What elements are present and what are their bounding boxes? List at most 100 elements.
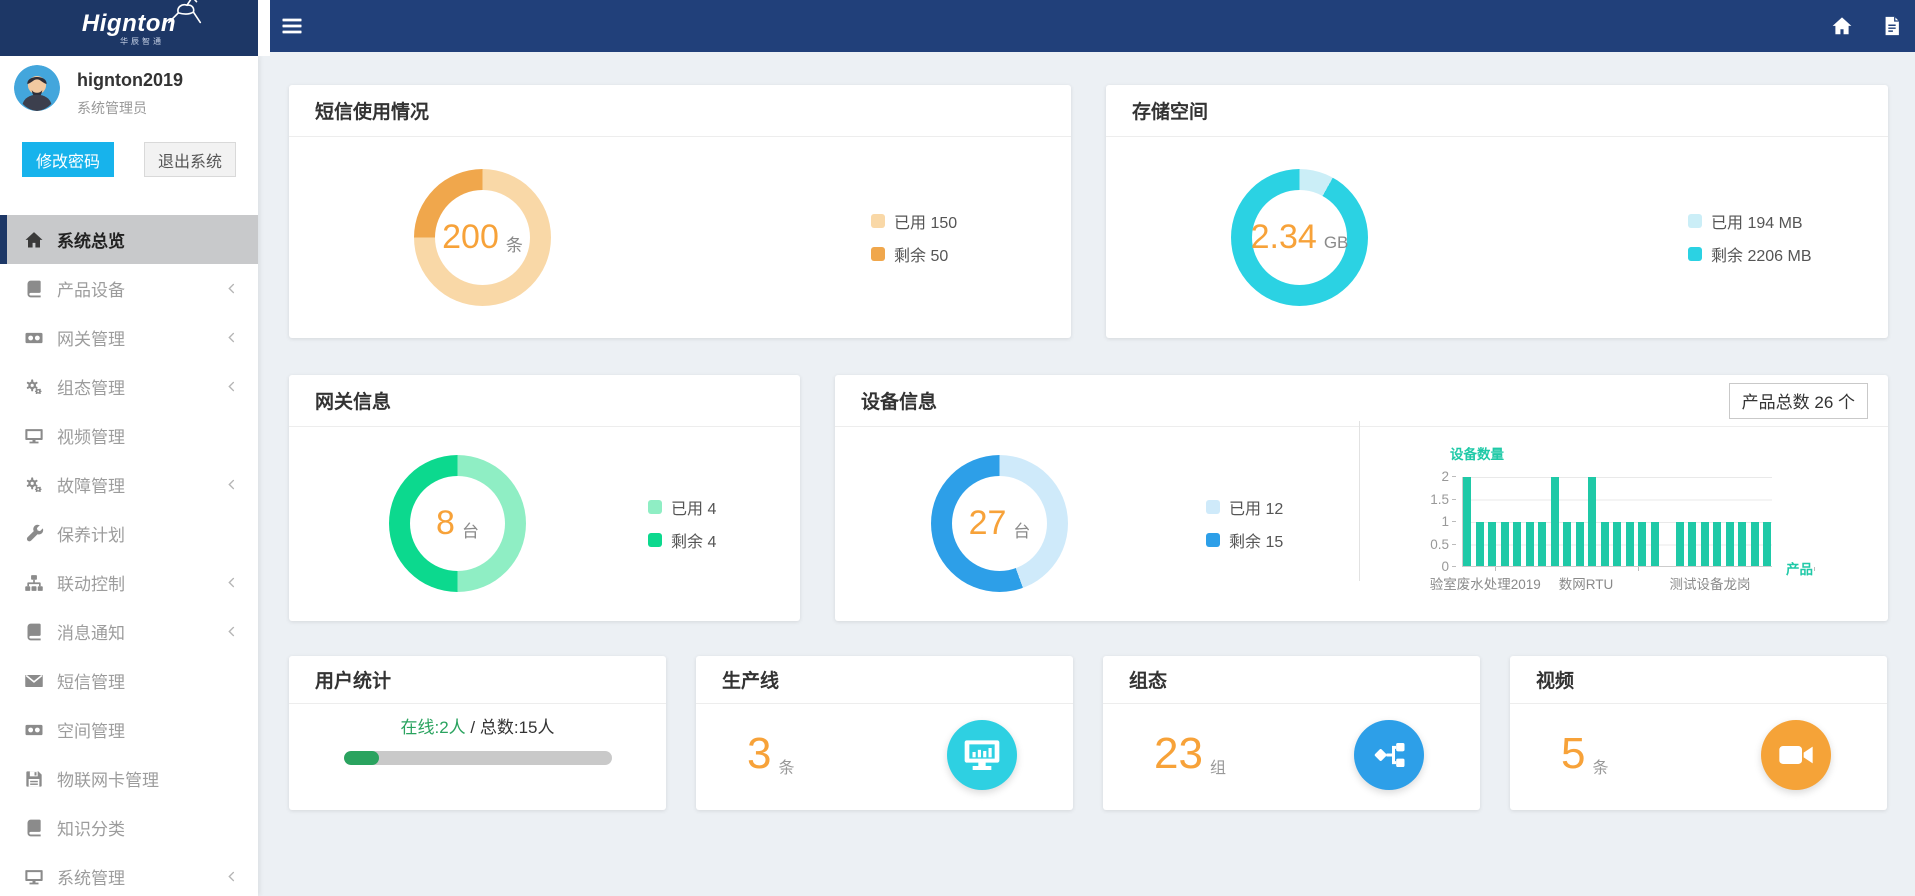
gateway-card: 网关信息 8 台 已用 4剩余 4	[289, 375, 800, 621]
chevron-left-icon	[225, 625, 238, 638]
legend-label: 已用 4	[671, 495, 716, 519]
sidebar-item-11[interactable]: 物联网卡管理	[0, 754, 258, 803]
chevron-left-icon	[225, 282, 238, 295]
card-title: 视频	[1536, 666, 1574, 693]
sidebar-item-label: 网关管理	[57, 325, 125, 350]
device-total: 27	[969, 504, 1007, 543]
logo-text: Hignton	[82, 10, 176, 37]
gears-icon	[24, 377, 44, 397]
legend-item: 剩余 15	[1206, 528, 1283, 552]
bar	[1526, 522, 1534, 567]
online-users-text: 在线:2人 / 总数:15人	[401, 713, 555, 738]
legend-swatch	[1206, 533, 1220, 547]
legend-swatch	[1206, 500, 1220, 514]
product-total-badge[interactable]: 产品总数 26 个	[1729, 383, 1868, 419]
legend-swatch	[1688, 247, 1702, 261]
production-line-card: 生产线 3 条	[696, 656, 1073, 810]
device-donut-chart: 27 台	[931, 455, 1068, 592]
sidebar-item-7[interactable]: 联动控制	[0, 558, 258, 607]
card-title: 网关信息	[315, 387, 391, 414]
sidebar-item-label: 组态管理	[57, 374, 125, 399]
video-camera-icon	[1761, 720, 1831, 790]
gateway-legend: 已用 4剩余 4	[648, 495, 716, 552]
sidebar-menu: 系统总览产品设备网关管理组态管理视频管理故障管理保养计划联动控制消息通知短信管理…	[0, 215, 258, 896]
storage-donut-chart: 2.34 GB	[1231, 169, 1368, 306]
x-tick-label: 验室废水处理2019	[1430, 573, 1541, 593]
sidebar-item-3[interactable]: 组态管理	[0, 362, 258, 411]
chevron-left-icon	[225, 870, 238, 883]
app-logo: Hignton 华辰智通	[0, 0, 258, 56]
legend-item: 已用 4	[648, 495, 716, 519]
document-icon[interactable]	[1881, 15, 1903, 37]
legend-swatch	[871, 214, 885, 228]
bar	[1726, 522, 1734, 567]
topology-icon	[1354, 720, 1424, 790]
sidebar-item-label: 消息通知	[57, 619, 125, 644]
avatar	[14, 65, 60, 111]
main-content: 短信使用情况 200 条 已用 150剩余 50 存储空间 2.34	[258, 52, 1915, 896]
sidebar-item-2[interactable]: 网关管理	[0, 313, 258, 362]
sidebar-item-9[interactable]: 短信管理	[0, 656, 258, 705]
y-tick-label: 0.5	[1430, 537, 1456, 552]
legend-item: 已用 12	[1206, 495, 1283, 519]
storage-legend: 已用 194 MB剩余 2206 MB	[1688, 209, 1812, 266]
legend-item: 已用 150	[871, 209, 957, 233]
sidebar-item-label: 系统总览	[57, 227, 125, 252]
bar	[1688, 522, 1696, 567]
sidebar-item-5[interactable]: 故障管理	[0, 460, 258, 509]
bar-chart-y-axis-name: 设备数量	[1450, 443, 1504, 463]
sidebar-item-8[interactable]: 消息通知	[0, 607, 258, 656]
sidebar-item-label: 短信管理	[57, 668, 125, 693]
scada-count: 23	[1154, 732, 1203, 776]
sidebar-item-4[interactable]: 视频管理	[0, 411, 258, 460]
sidebar-item-label: 产品设备	[57, 276, 125, 301]
sidebar-item-13[interactable]: 系统管理	[0, 852, 258, 896]
menu-toggle-icon[interactable]	[280, 14, 304, 38]
legend-swatch	[1688, 214, 1702, 228]
x-tick-label: 数网RTU	[1559, 573, 1614, 593]
sidebar-item-1[interactable]: 产品设备	[0, 264, 258, 313]
device-card: 设备信息 产品总数 26 个 27 台 已用 12剩余 15 设备数量 21.5…	[835, 375, 1888, 621]
monitor-icon	[24, 867, 44, 887]
home-icon[interactable]	[1831, 15, 1853, 37]
camera-icon	[24, 328, 44, 348]
bar	[1751, 522, 1759, 567]
camera-icon	[24, 720, 44, 740]
logout-button[interactable]: 退出系统	[144, 142, 236, 177]
bar-chart-plot	[1462, 477, 1772, 567]
sidebar-item-label: 系统管理	[57, 864, 125, 889]
sidebar-item-10[interactable]: 空间管理	[0, 705, 258, 754]
bar	[1551, 477, 1559, 566]
sidebar-item-label: 物联网卡管理	[57, 766, 159, 791]
chevron-left-icon	[225, 380, 238, 393]
book-icon	[24, 279, 44, 299]
storage-total: 2.34	[1251, 218, 1317, 257]
bar	[1576, 522, 1584, 567]
bar	[1626, 522, 1634, 567]
y-tick-label: 2	[1441, 469, 1456, 484]
legend-swatch	[648, 500, 662, 514]
bar	[1638, 522, 1646, 567]
sms-total: 200	[442, 218, 499, 257]
wrench-icon	[24, 524, 44, 544]
device-legend: 已用 12 剩余 15	[1206, 495, 1283, 552]
sidebar-item-6[interactable]: 保养计划	[0, 509, 258, 558]
bar	[1563, 522, 1571, 567]
change-password-button[interactable]: 修改密码	[22, 142, 114, 177]
bar	[1476, 522, 1484, 567]
sidebar-item-12[interactable]: 知识分类	[0, 803, 258, 852]
sidebar-item-0[interactable]: 系统总览	[0, 215, 258, 264]
y-tick-label: 1	[1441, 514, 1456, 529]
bar	[1763, 522, 1771, 567]
legend-item: 剩余 50	[871, 242, 957, 266]
x-tick	[1495, 567, 1496, 571]
gateway-total: 8	[436, 504, 455, 543]
device-count-bar-chart: 设备数量 21.510.50 验室废水处理2019数网RTU测试设备龙岗 产品	[1420, 439, 1860, 609]
y-tick-label: 1.5	[1430, 492, 1456, 507]
x-tick	[1814, 567, 1815, 571]
scada-card: 组态 23 组	[1103, 656, 1480, 810]
header-gap	[258, 0, 270, 56]
book-icon	[24, 818, 44, 838]
legend-label: 已用 194 MB	[1711, 209, 1803, 233]
chevron-left-icon	[225, 331, 238, 344]
